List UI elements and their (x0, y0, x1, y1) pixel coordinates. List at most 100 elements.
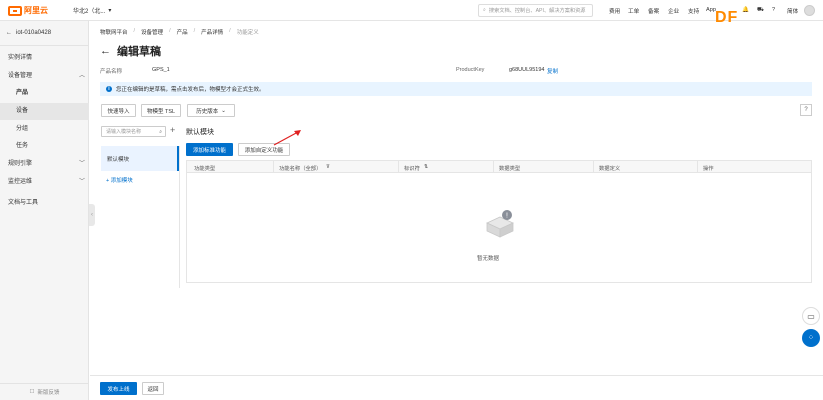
top-bar: 阿里云 华北2（北... ▾ ⌕ 搜索文档、控制台、API、解决方案和资源 费用… (0, 0, 823, 26)
add-standard-function-button[interactable]: 添加标准功能 (186, 143, 233, 156)
sidebar-divider (0, 45, 89, 46)
nav-enterprise[interactable]: 企业 (668, 7, 679, 15)
instance-id: iot-010a0428 (16, 30, 52, 36)
chevron-down-icon: ﹀ (79, 179, 86, 185)
feedback-icon: ☐ (29, 389, 35, 395)
search-input[interactable]: ⌕ 搜索文档、控制台、API、解决方案和资源 (478, 4, 593, 17)
product-name-label: 产品名称 (100, 69, 123, 75)
cart-icon[interactable]: ⛟ (757, 7, 764, 14)
breadcrumb-item[interactable]: 设备管理 (141, 28, 163, 36)
nav-icp[interactable]: 备案 (648, 7, 659, 15)
module-search-input[interactable]: 请输入模块名称 ⌕ (101, 126, 166, 137)
column-divider (273, 161, 274, 173)
module-title: 默认模块 (186, 129, 214, 136)
quick-import-button[interactable]: 快速导入 (101, 104, 136, 117)
module-item-label: 默认模块 (107, 157, 130, 163)
publish-button[interactable]: 发布上线 (100, 382, 137, 395)
column-divider (593, 161, 594, 173)
svg-text:!: ! (506, 213, 508, 220)
notice-text: 您正在编辑的是草稿，需点击发布后，物模型才会正式生效。 (116, 87, 265, 93)
page-title: 编辑草稿 (117, 46, 161, 58)
column-header: 数据类型 (499, 166, 521, 172)
sidebar-item-device-management[interactable]: 设备管理 (8, 70, 32, 79)
column-header: 功能名称（全部） (279, 166, 322, 172)
product-name-value: GPS_1 (152, 67, 170, 73)
avatar[interactable] (804, 5, 815, 16)
tsl-label: 物模型 TSL (146, 108, 176, 115)
copy-link[interactable]: 复制 (547, 67, 558, 75)
filter-icon[interactable]: ⊽ (326, 164, 330, 170)
region-selector[interactable]: 华北2（北... ▾ (73, 6, 111, 15)
breadcrumb-item[interactable]: 物联网平台 (100, 28, 128, 36)
sidebar-collapse-handle[interactable]: ‹ (89, 204, 95, 226)
brand-name: 阿里云 (24, 6, 48, 15)
empty-state: ! 暂无数据 (187, 173, 811, 282)
column-header: 数据定义 (599, 166, 621, 172)
back-arrow-icon: ← (6, 30, 12, 36)
search-icon: ⌕ (159, 129, 162, 135)
sidebar: ← iot-010a0428 实例详情 设备管理 ︿ 产品 设备 分组 任务 规… (0, 21, 89, 400)
chevron-down-icon: ﹀ (79, 161, 86, 167)
column-header: 操作 (703, 166, 714, 172)
region-label: 华北2（北... (73, 9, 106, 15)
breadcrumb-separator: / (229, 28, 231, 34)
watermark-logo: DF (715, 9, 739, 26)
breadcrumb-item[interactable]: 产品详情 (201, 28, 223, 36)
sort-icon[interactable]: ⇅ (424, 164, 428, 170)
search-icon: ⌕ (483, 7, 486, 13)
add-module-plus-icon[interactable]: + (170, 125, 175, 135)
help-button[interactable]: ? (800, 104, 812, 116)
add-standard-label: 添加标准功能 (192, 147, 226, 154)
feedback-label: 新版反馈 (37, 390, 60, 396)
sidebar-item-instance-detail[interactable]: 实例详情 (8, 52, 32, 61)
annotation-arrow (273, 130, 301, 146)
back-button[interactable]: 返回 (142, 382, 164, 395)
breadcrumb-separator: / (193, 28, 196, 34)
empty-state-label: 暂无数据 (477, 256, 500, 262)
column-header: 标识符 (404, 166, 420, 172)
history-version-dropdown[interactable]: 历史版本 ⌄ (187, 104, 235, 117)
module-divider (179, 146, 180, 288)
breadcrumb-separator: / (133, 28, 136, 34)
sidebar-item-group[interactable]: 分组 (16, 123, 28, 132)
module-search-placeholder: 请输入模块名称 (106, 129, 142, 135)
sidebar-item-rule-engine[interactable]: 规则引擎 (8, 158, 32, 167)
breadcrumb-item[interactable]: 产品 (177, 28, 188, 36)
publish-label: 发布上线 (107, 386, 130, 393)
sidebar-item-monitor[interactable]: 监控运维 (8, 176, 32, 185)
help-icon[interactable]: ? (772, 7, 775, 13)
table-header: 功能类型 功能名称（全部） ⊽ 标识符 ⇅ 数据类型 数据定义 操作 (187, 161, 811, 173)
breadcrumb: 物联网平台 / 设备管理 / 产品 / 产品详情 / 功能定义 (100, 28, 259, 36)
bell-icon[interactable]: 🔔 (742, 7, 749, 13)
function-table: 功能类型 功能名称（全部） ⊽ 标识符 ⇅ 数据类型 数据定义 操作 ! 暂无数… (186, 160, 812, 283)
sidebar-item-docs-tools[interactable]: 文档与工具 (8, 197, 38, 206)
sidebar-item-device[interactable]: 设备 (16, 105, 28, 114)
language-switch[interactable]: 简体 (787, 7, 798, 15)
breadcrumb-separator: / (169, 28, 171, 34)
feedback-button[interactable]: ☐ 新版反馈 (0, 383, 89, 400)
nav-fee[interactable]: 费用 (609, 7, 620, 15)
aliyun-logo-icon (8, 5, 22, 16)
footer-bar: 发布上线 返回 (90, 375, 823, 400)
breadcrumb-current: 功能定义 (236, 30, 259, 36)
column-divider (398, 161, 399, 173)
tsl-button[interactable]: 物模型 TSL (141, 104, 181, 117)
sidebar-item-product[interactable]: 产品 (16, 87, 28, 96)
sidebar-active-bg (0, 103, 89, 120)
sidebar-item-task[interactable]: 任务 (16, 140, 28, 149)
add-module-link[interactable]: + 添加模块 (106, 176, 133, 184)
module-item-default[interactable]: 默认模块 (101, 146, 179, 171)
info-icon: i (106, 86, 112, 92)
aliyun-logo[interactable]: 阿里云 (8, 5, 48, 16)
nav-ticket[interactable]: 工单 (628, 7, 639, 15)
chat-icon[interactable]: ▭ (802, 307, 820, 325)
instance-header[interactable]: ← iot-010a0428 (6, 30, 51, 36)
back-label: 返回 (147, 386, 159, 393)
column-divider (493, 161, 494, 173)
chevron-down-icon: ⌄ (221, 107, 226, 114)
apps-grid-icon[interactable]: ⁘ (802, 329, 820, 347)
back-arrow-icon[interactable]: ← (100, 45, 111, 57)
empty-box-icon: ! (486, 210, 514, 238)
column-header: 功能类型 (194, 166, 216, 172)
nav-support[interactable]: 支持 (688, 7, 699, 15)
